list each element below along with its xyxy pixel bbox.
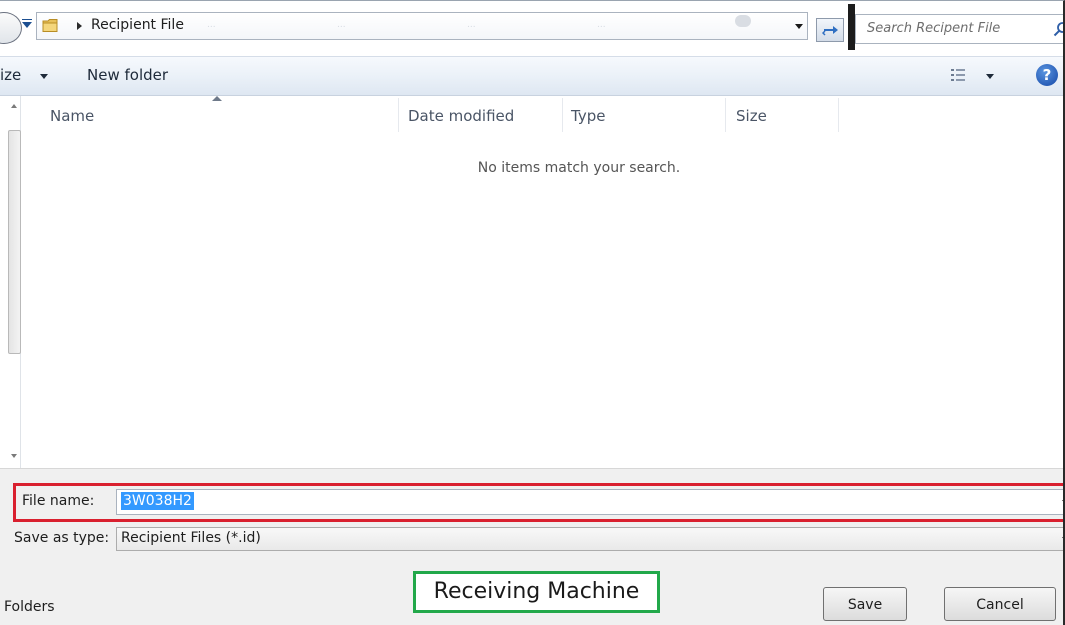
command-toolbar: ize New folder ? [0,56,1065,96]
search-input[interactable]: Search Recipent File [855,14,1065,44]
breadcrumb-arrow-icon[interactable] [77,22,82,30]
receiving-machine-label: Receiving Machine [413,571,660,613]
column-header-date-modified[interactable]: Date modified [408,96,514,136]
ghost-text: ... [467,20,476,30]
ghost-blob [735,15,751,27]
column-divider[interactable] [838,98,839,132]
ghost-text: ... [207,20,216,30]
empty-results-message: No items match your search. [477,160,681,176]
file-list: Name Date modified Type Size No items ma… [36,96,1065,468]
search-icon[interactable] [1053,21,1065,37]
save-as-type-label: Save as type: [14,530,110,546]
new-folder-button[interactable]: New folder [87,66,168,84]
column-header-size[interactable]: Size [736,96,767,136]
ghost-text: ... [337,20,346,30]
divider [848,4,855,50]
navigation-pane [0,96,21,468]
save-dialog: Recipient File ... ... ... ... Search Re… [0,0,1065,625]
column-divider[interactable] [398,98,399,132]
address-bar-row: Recipient File ... ... ... ... Search Re… [0,4,1065,50]
cancel-button[interactable]: Cancel [944,587,1056,621]
views-dropdown-icon[interactable] [986,74,994,79]
ghost-text: ... [597,20,606,30]
nav-scrollbar-thumb[interactable] [8,130,21,354]
back-forward-circle-icon[interactable] [0,12,22,44]
save-options-panel: File name: 3W038H2 Save as type: Recipie… [0,468,1065,625]
search-placeholder: Search Recipent File [867,21,1001,36]
column-divider[interactable] [725,98,726,132]
breadcrumb-item-recipient-file[interactable]: Recipient File [91,17,184,33]
views-icon[interactable] [950,67,966,83]
history-dropdown-icon[interactable] [22,19,32,28]
folder-icon [42,19,58,32]
scroll-down-icon[interactable] [11,454,17,458]
refresh-icon [822,26,838,36]
help-icon[interactable]: ? [1036,64,1058,86]
breadcrumb[interactable]: Recipient File ... ... ... ... [36,12,808,40]
organize-menu[interactable]: ize [0,66,21,84]
scroll-up-icon[interactable] [11,104,17,108]
save-as-type-value: Recipient Files (*.id) [121,530,261,546]
organize-dropdown-icon[interactable] [40,74,48,79]
save-as-type-select[interactable]: Recipient Files (*.id) [116,527,1065,551]
address-dropdown-icon[interactable] [795,24,803,29]
file-name-value: 3W038H2 [121,492,194,510]
hide-folders-toggle[interactable]: Folders [4,599,55,615]
save-button[interactable]: Save [823,587,907,621]
sort-ascending-icon [212,96,222,101]
file-name-input[interactable]: 3W038H2 [116,489,1065,515]
column-header-name[interactable]: Name [50,96,94,136]
refresh-button[interactable] [816,18,844,42]
file-name-label: File name: [22,493,95,509]
column-header-type[interactable]: Type [571,96,605,136]
column-divider[interactable] [562,98,563,132]
